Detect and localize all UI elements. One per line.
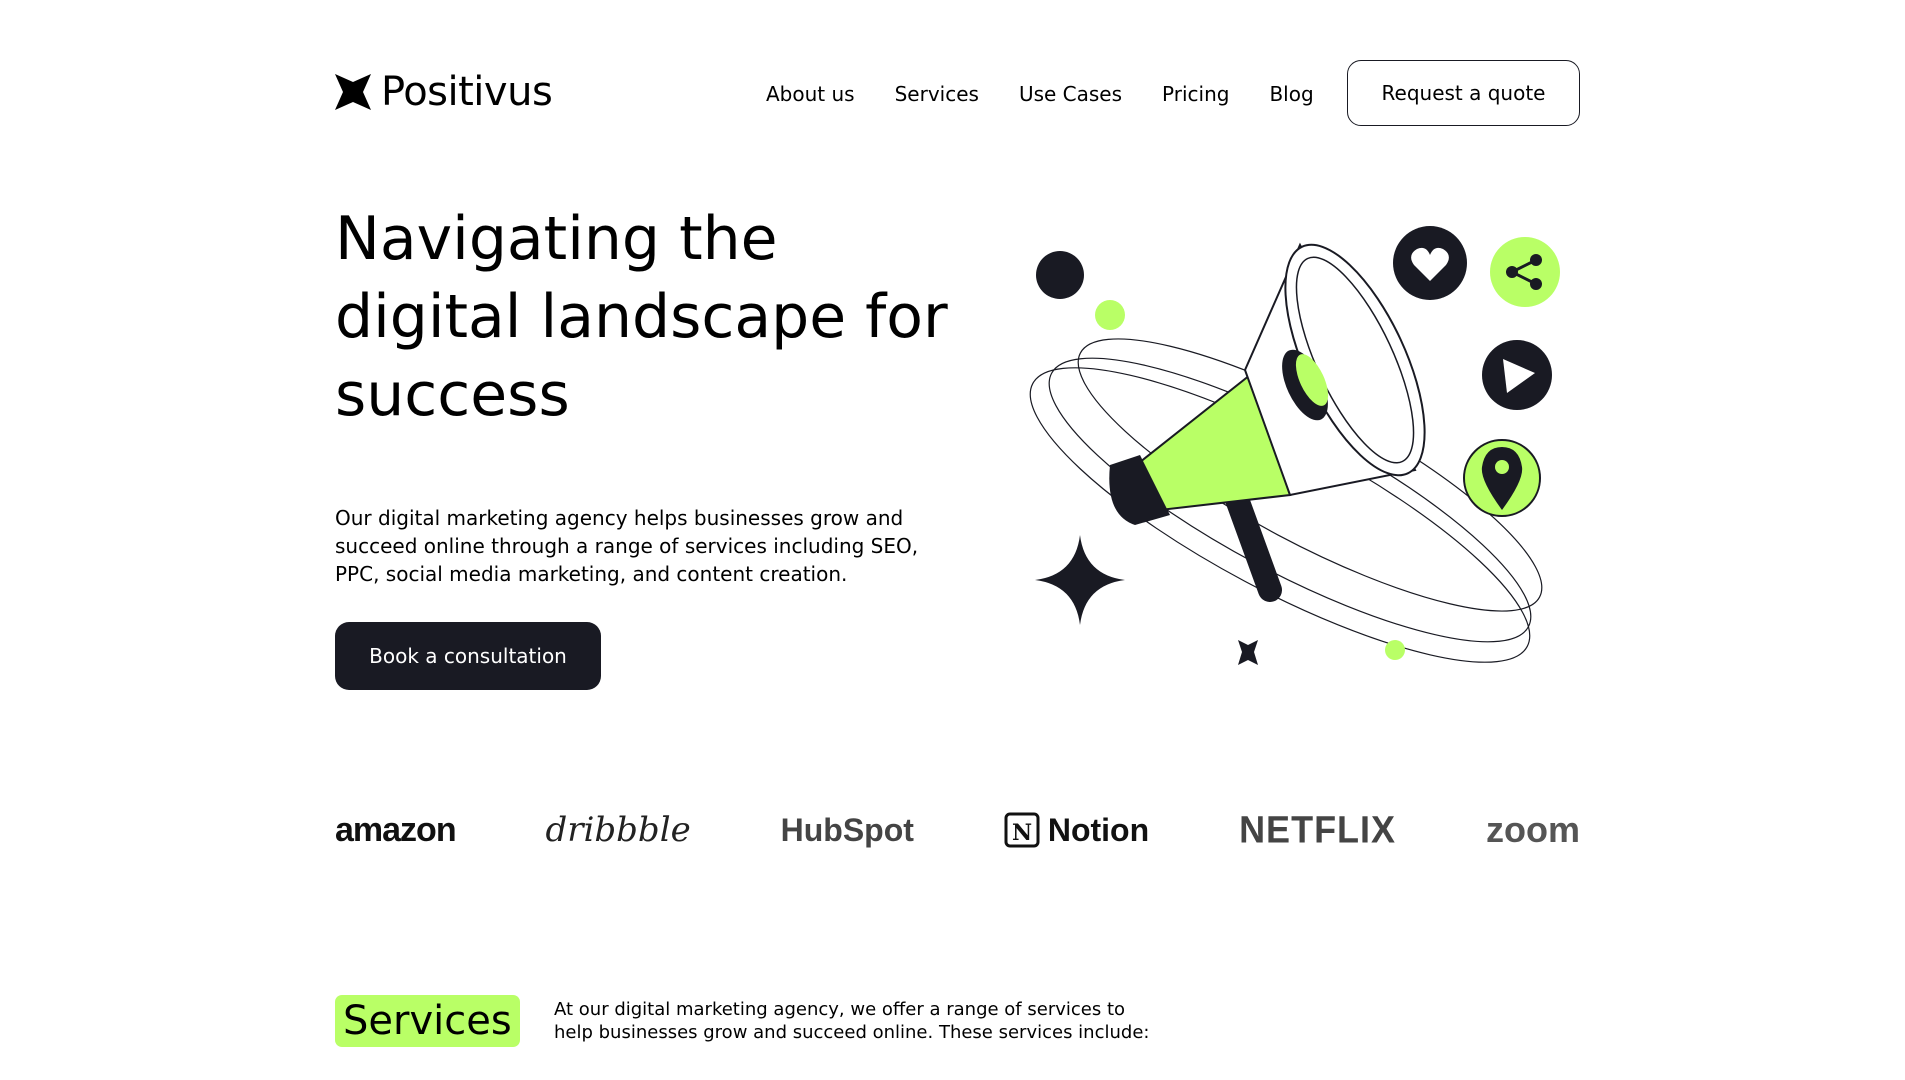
nav-about-us[interactable]: About us [766,82,855,106]
brand-logo-amazon: amazon [335,810,457,850]
green-dot [1095,300,1125,330]
brand-name: NETFLIX [1239,807,1397,851]
brand-logo-zoom: zoom [1486,809,1580,851]
logo-text: Positivus [381,69,553,115]
brand-name: zoom [1485,809,1580,850]
svg-text:N: N [1012,820,1032,846]
logo-star-icon [335,74,371,110]
location-icon [1463,439,1541,517]
hero-title: Navigating the digital landscape for suc… [335,204,948,430]
brand-logo-dribbble: dribbble [546,810,691,850]
book-consultation-button[interactable]: Book a consultation [335,622,601,690]
notion-logo-icon: N [1004,812,1040,848]
nav-use-cases[interactable]: Use Cases [1019,82,1122,106]
heart-icon [1393,226,1467,300]
main-nav: About us Services Use Cases Pricing Blog [766,82,1314,106]
black-dot [1036,251,1084,299]
logo[interactable]: Positivus [335,69,553,115]
nav-pricing[interactable]: Pricing [1162,82,1229,106]
sparkle-star [1035,535,1125,625]
brand-logo-hubspot: HubSpot [781,812,914,849]
green-dot [1385,640,1405,660]
brand-name: dribbble [545,810,691,850]
hero-description: Our digital marketing agency helps busin… [335,506,919,586]
nav-blog[interactable]: Blog [1269,82,1313,106]
services-heading: Services [335,995,520,1047]
services-description: At our digital marketing agency, we offe… [554,999,1150,1043]
brand-logo-notion: N Notion [1004,812,1149,849]
brand-name: amazon [335,810,457,849]
share-icon [1490,237,1560,307]
brand-logos: amazon dribbble HubSpot N Notion NETFLIX… [335,800,1580,860]
request-quote-button[interactable]: Request a quote [1347,60,1580,126]
megaphone-illustration [1029,226,1560,665]
brand-name: HubSpot [780,811,914,848]
play-icon [1482,340,1552,410]
small-star [1238,640,1258,665]
nav-services[interactable]: Services [895,82,979,106]
brand-name: Notion [1047,811,1150,848]
brand-logo-netflix: NETFLIX [1239,808,1396,852]
